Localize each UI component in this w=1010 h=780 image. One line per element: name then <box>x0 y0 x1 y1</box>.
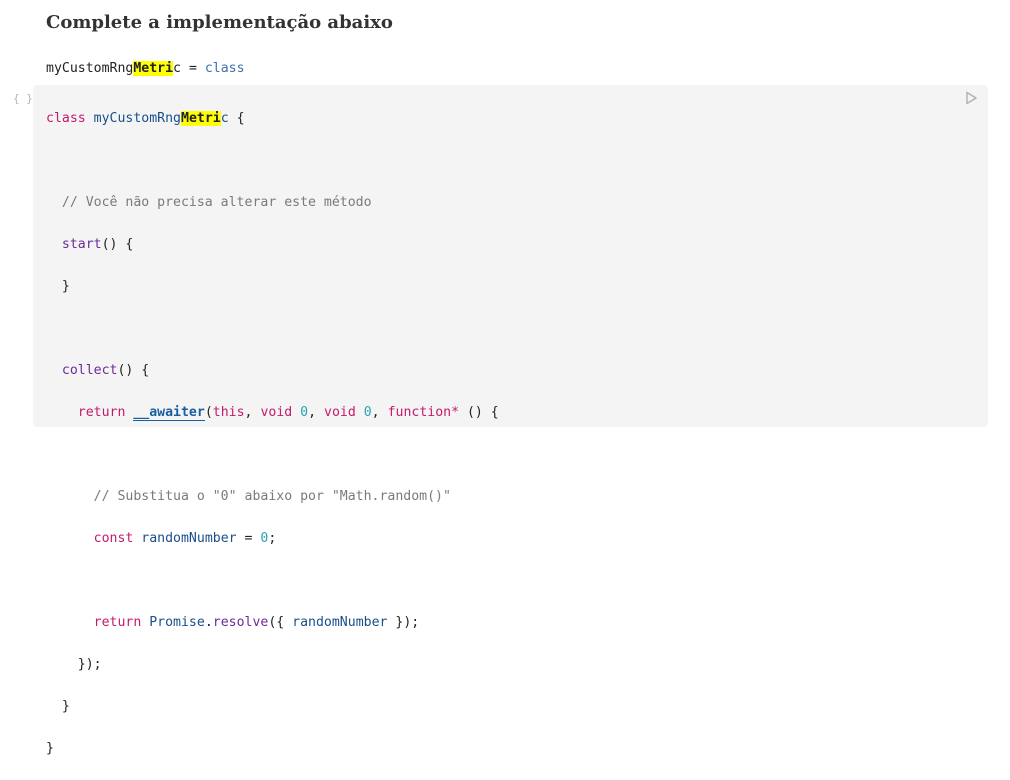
variable-name: randomNumber <box>292 615 388 630</box>
brace: { <box>228 111 245 126</box>
paren: ( <box>204 405 213 420</box>
keyword: class <box>46 111 86 126</box>
method-signature: () { <box>101 237 134 252</box>
keyword: this <box>212 405 245 420</box>
code-line-4: start() { <box>46 234 499 255</box>
brace: }); <box>77 657 102 672</box>
summary-name-suffix: c <box>173 61 181 76</box>
class-name-suffix: c <box>220 111 229 126</box>
brace: } <box>61 279 70 294</box>
brace: } <box>46 741 54 756</box>
class-reference: Promise <box>149 615 205 630</box>
comment-string: "0" <box>212 489 237 504</box>
method-name: resolve <box>212 615 269 630</box>
separator: , <box>308 405 324 420</box>
semicolon: ; <box>268 531 277 546</box>
function-signature: () { <box>459 405 499 420</box>
operator: = <box>236 531 261 546</box>
method-signature: () { <box>117 363 150 378</box>
keyword: return <box>93 615 142 630</box>
code-line-5: } <box>46 276 499 297</box>
keyword: void <box>324 405 356 420</box>
cell-summary[interactable]: myCustomRngMetric = class <box>46 58 245 79</box>
keyword: void <box>260 405 293 420</box>
keyword: const <box>93 531 134 546</box>
method-name: collect <box>61 363 118 378</box>
search-highlight: Metri <box>181 111 221 126</box>
code-line-16: } <box>46 738 499 759</box>
separator: , <box>371 405 388 420</box>
code-line-8: return __awaiter(this, void 0, void 0, f… <box>46 402 499 423</box>
comment: abaixo por <box>236 489 332 504</box>
code-content[interactable]: class myCustomRngMetric { // Você não pr… <box>46 87 499 780</box>
brace: } <box>61 699 70 714</box>
code-line-15: } <box>46 696 499 717</box>
number-literal: 0 <box>363 405 372 420</box>
cell-heading: Complete a implementação abaixo <box>46 12 393 33</box>
code-line-11: const randomNumber = 0; <box>46 528 499 549</box>
keyword: function* <box>387 405 460 420</box>
comment: // Substitua o <box>93 489 213 504</box>
keyword: return <box>77 405 126 420</box>
comment: // Você não precisa alterar este método <box>61 195 372 210</box>
code-line-10: // Substitua o "0" abaixo por "Math.rand… <box>46 486 499 507</box>
paren: }); <box>387 615 420 630</box>
paren: ({ <box>268 615 293 630</box>
summary-name-prefix: myCustomRng <box>46 61 134 76</box>
number-literal: 0 <box>260 531 269 546</box>
code-line-3: // Você não precisa alterar este método <box>46 192 499 213</box>
code-line-14: }); <box>46 654 499 675</box>
summary-equals: = <box>181 61 205 76</box>
play-icon[interactable] <box>963 90 979 106</box>
variable-name: randomNumber <box>141 531 237 546</box>
dot: . <box>204 615 213 630</box>
method-name: start <box>61 237 102 252</box>
separator: , <box>244 405 261 420</box>
code-line-1: class myCustomRngMetric { <box>46 108 499 129</box>
code-line-13: return Promise.resolve({ randomNumber })… <box>46 612 499 633</box>
search-highlight: Metri <box>133 61 174 76</box>
comment-string: "Math.random()" <box>331 489 451 504</box>
number-literal: 0 <box>300 405 309 420</box>
braces-icon[interactable]: { } <box>13 90 33 108</box>
class-name-prefix: myCustomRng <box>93 111 181 126</box>
summary-value: class <box>204 61 245 76</box>
code-line-7: collect() { <box>46 360 499 381</box>
awaiter-link[interactable]: __awaiter <box>133 405 205 421</box>
